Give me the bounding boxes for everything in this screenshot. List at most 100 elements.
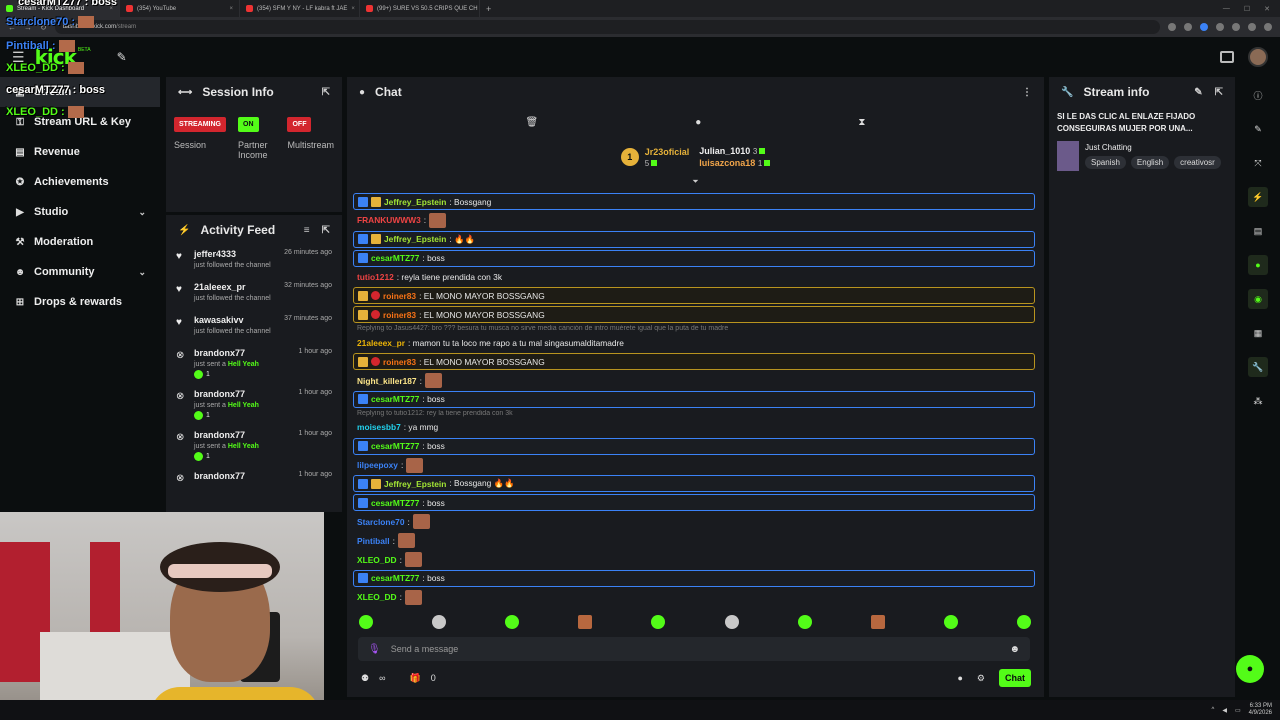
chat-message[interactable]: roiner83: EL MONO MAYOR BOSSGANG [353, 353, 1035, 371]
close-window-icon[interactable]: ✕ [1264, 5, 1270, 13]
info-icon[interactable]: ⓘ [1248, 85, 1268, 105]
collapse-chevron-icon[interactable]: ⏷ [347, 177, 1044, 189]
chevron-down-icon[interactable]: ⌄ [138, 267, 146, 278]
chat-username[interactable]: Jeffrey_Epstein [384, 479, 446, 489]
trash-icon[interactable]: 🗑 [526, 117, 539, 128]
chat-username[interactable]: XLEO_DD [357, 555, 397, 565]
sidebar-item-revenue[interactable]: ▤ Revenue [0, 137, 160, 167]
chat-message[interactable]: Starclone70: [353, 513, 1035, 530]
activity-item[interactable]: ♥ jeffer4333 just followed the channel 26 m… [166, 245, 342, 278]
close-tab-icon[interactable]: × [229, 6, 233, 12]
chat-message[interactable]: roiner83: EL MONO MAYOR BOSSGANG [353, 306, 1035, 324]
chat-message[interactable]: cesarMTZ77: boss [353, 249, 1035, 267]
activity-user[interactable]: brandonx77 [194, 389, 291, 399]
chat-message[interactable]: FRANKUWWW3: [353, 212, 1035, 229]
popout-icon[interactable]: ⇱ [322, 225, 330, 236]
chat-message[interactable]: roiner83: EL MONO MAYOR BOSSGANG [353, 287, 1035, 305]
chat-username[interactable]: tutio1212 [357, 272, 394, 282]
popout-icon[interactable]: ⇱ [1215, 87, 1223, 98]
support-chat-button[interactable]: ● [1236, 655, 1264, 683]
quick-emote-icon[interactable] [1016, 615, 1031, 629]
chat-message[interactable]: Jeffrey_Epstein: Bossgang 🔥🔥 [353, 475, 1035, 493]
stream-tag[interactable]: Spanish [1085, 156, 1126, 169]
chat-message[interactable]: 21aleeex_pr: mamon tu ta loco me rapo a … [353, 334, 1035, 351]
layout-icon[interactable]: ▦ [1248, 323, 1268, 343]
popout-icon[interactable]: ⇱ [322, 87, 330, 98]
bolt-icon[interactable]: ⚡ [1248, 187, 1268, 207]
chat-username[interactable]: lilpeepoxy [357, 460, 398, 470]
chat-message[interactable]: cesarMTZ77: boss [353, 390, 1035, 408]
sidebar-item-achievements[interactable]: ✪ Achievements [0, 167, 160, 197]
browser-tab[interactable]: (354) YouTube × [120, 0, 240, 17]
hourglass-icon[interactable]: ⧗ [858, 117, 865, 128]
connections-icon[interactable]: ⁂ [1248, 391, 1268, 411]
chat-message[interactable]: XLEO_DD: [353, 551, 1035, 568]
url-input[interactable]: dashboard.kick.com/stream [54, 20, 1160, 34]
new-tab-button[interactable]: + [480, 4, 497, 14]
extension-icon[interactable] [1216, 23, 1224, 31]
chat-mode-icon[interactable]: ● [695, 117, 701, 128]
document-icon[interactable]: ▤ [1248, 221, 1268, 241]
bookmark-star-icon[interactable] [1200, 23, 1208, 31]
activity-user[interactable]: kawasakivv [194, 315, 276, 325]
maximize-icon[interactable]: ☐ [1244, 5, 1250, 13]
chat-username[interactable]: Night_killer187 [357, 376, 417, 386]
chat-message[interactable]: moisesbb7: ya mmg [353, 419, 1035, 436]
quick-emote-icon[interactable] [943, 615, 958, 629]
close-tab-icon[interactable]: × [351, 6, 355, 12]
quick-emote-icon[interactable] [505, 615, 520, 629]
quick-emote-icon[interactable] [870, 615, 885, 629]
activity-item[interactable]: ⊗ brandonx77 just sent a Hell Yeah 1 1 hour … [166, 426, 342, 467]
chat-username[interactable]: cesarMTZ77 [371, 394, 419, 404]
minimize-icon[interactable]: — [1223, 5, 1230, 13]
browser-tab[interactable]: (99+) SURE VS 50.5 CRIPS QUE CH× [360, 0, 480, 17]
emoji-icon[interactable]: ☻ [1009, 644, 1020, 655]
broadcast-icon[interactable]: ◉ [1248, 289, 1268, 309]
chat-message[interactable]: XLEO_DD: [353, 589, 1035, 606]
sidebar-item-drops-rewards[interactable]: ⊞ Drops & rewards [0, 287, 160, 317]
settings-gear-icon[interactable]: ⚙ [977, 673, 985, 684]
quick-emote-icon[interactable] [578, 615, 593, 629]
chat-message[interactable]: cesarMTZ77: boss [353, 494, 1035, 512]
chat-username[interactable]: Starclone70 [357, 517, 404, 527]
chat-message[interactable]: Night_killer187: [353, 372, 1035, 389]
avatar[interactable] [1248, 47, 1268, 67]
quick-emote-icon[interactable] [359, 615, 373, 629]
activity-item[interactable]: ⊗ brandonx77 1 hour ago [166, 467, 342, 500]
network-icon[interactable]: ▭ [1235, 707, 1241, 714]
quick-emote-icon[interactable] [432, 615, 447, 629]
quick-emote-icon[interactable] [797, 615, 812, 629]
wrench-icon[interactable]: 🔧 [1248, 357, 1268, 377]
quick-emote-icon[interactable] [724, 615, 739, 629]
status-badge[interactable]: STREAMING [174, 117, 226, 132]
sidebar-item-studio[interactable]: ▶ Studio ⌄ [0, 197, 160, 227]
chat-message[interactable]: tutio1212: reyla tiene prendida con 3k [353, 269, 1035, 286]
activity-user[interactable]: brandonx77 [194, 348, 291, 358]
mic-icon[interactable]: 🎙 [368, 644, 381, 655]
stream-tag[interactable]: English [1130, 156, 1170, 169]
wallet-icon[interactable] [1220, 51, 1234, 63]
filter-icon[interactable]: ≡ [304, 225, 310, 236]
activity-user[interactable]: jeffer4333 [194, 249, 276, 259]
stream-tag[interactable]: creativosr [1174, 156, 1221, 169]
chat-username[interactable]: roiner83 [383, 310, 416, 320]
browser-menu-icon[interactable] [1264, 23, 1272, 31]
chat-username[interactable]: XLEO_DD [357, 592, 397, 602]
top-gifter-second[interactable]: Julian_1010 3 [699, 146, 770, 156]
users-icon[interactable]: ⚉ [361, 673, 369, 684]
profile-icon[interactable] [1248, 23, 1256, 31]
edit-icon[interactable]: ✎ [1248, 119, 1268, 139]
chat-username[interactable]: roiner83 [383, 357, 416, 367]
browser-tab[interactable]: (354) SFM Y NY - LF kabra ft JAE × [240, 0, 360, 17]
chevron-up-icon[interactable]: ^ [1212, 707, 1215, 713]
chat-username[interactable]: Pintiball [357, 536, 390, 546]
chat-message[interactable]: Jeffrey_Epstein: 🔥🔥 [353, 230, 1035, 248]
chat-message[interactable]: cesarMTZ77: boss [353, 437, 1035, 455]
system-clock[interactable]: 6:33 PM 4/9/2026 [1249, 703, 1272, 717]
chat-username[interactable]: cesarMTZ77 [371, 573, 419, 583]
status-badge[interactable]: ON [238, 117, 259, 132]
chat-username[interactable]: 21aleeex_pr [357, 338, 405, 348]
stream-category[interactable]: Just Chatting [1085, 143, 1221, 152]
chat-username[interactable]: FRANKUWWW3 [357, 215, 421, 225]
sidebar-item-community[interactable]: ☻ Community ⌄ [0, 257, 160, 287]
